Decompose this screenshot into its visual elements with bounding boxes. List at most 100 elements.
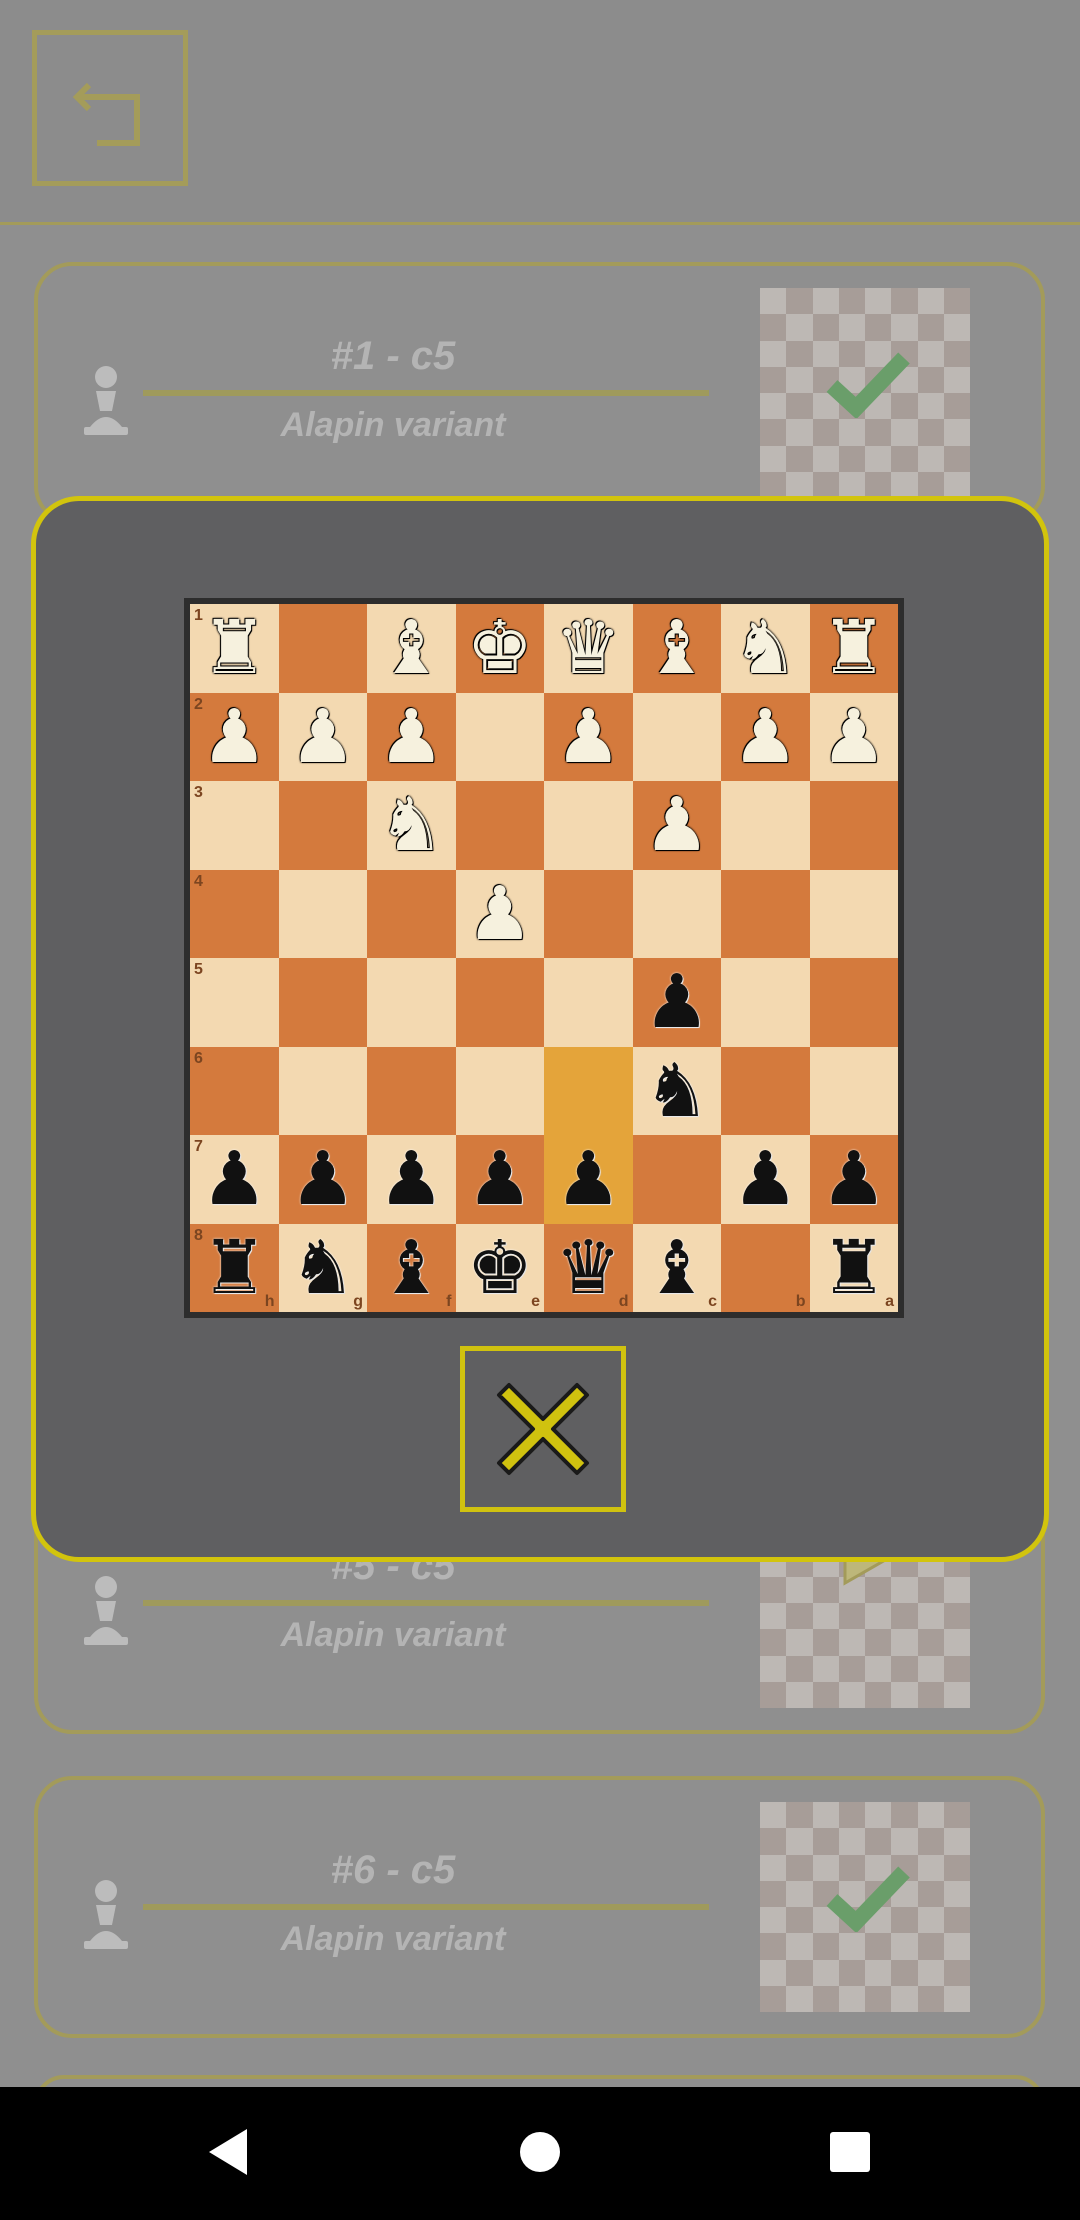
board-square[interactable] (809, 1046, 898, 1135)
board-square[interactable]: ♟ (544, 1135, 633, 1224)
board-square[interactable] (632, 1135, 721, 1224)
close-button[interactable] (460, 1346, 626, 1512)
white-knight-icon[interactable]: ♞ (367, 781, 456, 870)
black-queen-icon[interactable]: ♛ (544, 1224, 633, 1313)
board-square[interactable] (278, 869, 367, 958)
board-square[interactable]: a ♜ (809, 1223, 899, 1313)
white-pawn-icon[interactable]: ♟ (367, 693, 456, 782)
white-king-icon[interactable]: ♚ (456, 604, 545, 693)
board-square[interactable] (632, 692, 721, 781)
board-square[interactable]: ♟ (278, 692, 368, 782)
board-square[interactable] (455, 781, 544, 870)
board-square[interactable]: e ♚ (455, 1223, 545, 1313)
board-square[interactable]: f ♝ (367, 1223, 456, 1313)
board-square[interactable]: ♟ (544, 692, 633, 782)
board-square[interactable]: ♟ (455, 869, 545, 959)
lesson-card-6[interactable]: #6 - c5 Alapin variant (34, 1776, 1045, 2038)
board-square[interactable] (455, 692, 544, 781)
board-square[interactable]: d ♛ (544, 1223, 633, 1313)
board-square[interactable]: ♟ (809, 692, 899, 782)
board-square[interactable]: g ♞ (278, 1223, 368, 1313)
board-square[interactable] (721, 781, 810, 870)
board-square[interactable]: ♟ (721, 692, 810, 782)
black-knight-icon[interactable]: ♞ (633, 1047, 722, 1136)
black-pawn-icon[interactable]: ♟ (279, 1135, 368, 1224)
board-square[interactable]: ♚ (455, 604, 545, 693)
black-rook-icon[interactable]: ♜ (810, 1224, 899, 1313)
board-square[interactable]: 2 ♟ (190, 692, 279, 782)
board-square[interactable]: ♛ (544, 604, 633, 693)
board-square[interactable]: 5 (190, 958, 279, 1047)
black-pawn-icon[interactable]: ♟ (721, 1135, 810, 1224)
black-bishop-icon[interactable]: ♝ (367, 1224, 456, 1313)
black-pawn-icon[interactable]: ♟ (456, 1135, 545, 1224)
black-bishop-icon[interactable]: ♝ (633, 1224, 722, 1313)
board-square[interactable]: ♟ (721, 1135, 810, 1224)
board-square[interactable]: ♜ (809, 604, 899, 693)
board-square[interactable]: 4 (190, 869, 279, 958)
white-bishop-icon[interactable]: ♝ (367, 604, 456, 693)
board-square[interactable] (721, 958, 810, 1047)
black-pawn-icon[interactable]: ♟ (633, 958, 722, 1047)
board-square[interactable] (278, 1046, 367, 1135)
board-square[interactable] (544, 1046, 633, 1135)
black-pawn-icon[interactable]: ♟ (367, 1135, 456, 1224)
board-square[interactable]: c ♝ (632, 1223, 722, 1313)
black-rook-icon[interactable]: ♜ (190, 1224, 279, 1313)
board-square[interactable] (721, 1046, 810, 1135)
board-square[interactable] (278, 604, 367, 693)
board-square[interactable]: 3 (190, 781, 279, 870)
lesson-card-1[interactable]: #1 - c5 Alapin variant (34, 262, 1045, 524)
board-square[interactable] (632, 869, 721, 958)
board-square[interactable] (721, 869, 810, 958)
board-square[interactable] (809, 781, 898, 870)
board-square[interactable] (544, 781, 633, 870)
board-square[interactable] (278, 781, 367, 870)
recents-nav-icon[interactable] (815, 2117, 885, 2187)
white-knight-icon[interactable]: ♞ (721, 604, 810, 693)
board-square[interactable] (809, 958, 898, 1047)
white-pawn-icon[interactable]: ♟ (279, 693, 368, 782)
white-pawn-icon[interactable]: ♟ (456, 870, 545, 959)
white-bishop-icon[interactable]: ♝ (633, 604, 722, 693)
board-square[interactable]: ♝ (367, 604, 456, 693)
black-pawn-icon[interactable]: ♟ (190, 1135, 279, 1224)
home-nav-icon[interactable] (505, 2117, 575, 2187)
back-nav-icon[interactable] (195, 2117, 265, 2187)
board-square[interactable]: 6 (190, 1046, 279, 1135)
board-square[interactable]: 8 h ♜ (190, 1223, 279, 1313)
white-rook-icon[interactable]: ♜ (190, 604, 279, 693)
back-button[interactable] (32, 30, 188, 186)
board-square[interactable]: ♟ (632, 781, 722, 870)
white-pawn-icon[interactable]: ♟ (544, 693, 633, 782)
white-rook-icon[interactable]: ♜ (810, 604, 899, 693)
board-square[interactable]: ♟ (367, 1135, 456, 1224)
black-king-icon[interactable]: ♚ (456, 1224, 545, 1313)
board-square[interactable] (278, 958, 367, 1047)
board-square[interactable]: ♟ (632, 958, 722, 1047)
board-square[interactable] (367, 958, 456, 1047)
board-square[interactable] (544, 958, 633, 1047)
black-knight-icon[interactable]: ♞ (279, 1224, 368, 1313)
board-square[interactable] (367, 1046, 456, 1135)
board-square[interactable] (367, 869, 456, 958)
board-square[interactable] (544, 869, 633, 958)
black-pawn-icon[interactable]: ♟ (810, 1135, 899, 1224)
board-square[interactable]: ♟ (455, 1135, 545, 1224)
board-square[interactable]: ♟ (278, 1135, 368, 1224)
white-queen-icon[interactable]: ♛ (544, 604, 633, 693)
board-square[interactable]: ♞ (632, 1046, 722, 1136)
black-pawn-icon[interactable]: ♟ (544, 1135, 633, 1224)
white-pawn-icon[interactable]: ♟ (633, 781, 722, 870)
board-square[interactable] (455, 958, 544, 1047)
board-square[interactable]: 1 ♜ (190, 604, 279, 693)
board-square[interactable]: ♟ (809, 1135, 899, 1224)
board-square[interactable]: ♞ (721, 604, 810, 693)
board-square[interactable] (455, 1046, 544, 1135)
white-pawn-icon[interactable]: ♟ (810, 693, 899, 782)
board-square[interactable]: ♝ (632, 604, 722, 693)
board-square[interactable] (809, 869, 898, 958)
board-square[interactable]: ♞ (367, 781, 456, 870)
white-pawn-icon[interactable]: ♟ (721, 693, 810, 782)
white-pawn-icon[interactable]: ♟ (190, 693, 279, 782)
